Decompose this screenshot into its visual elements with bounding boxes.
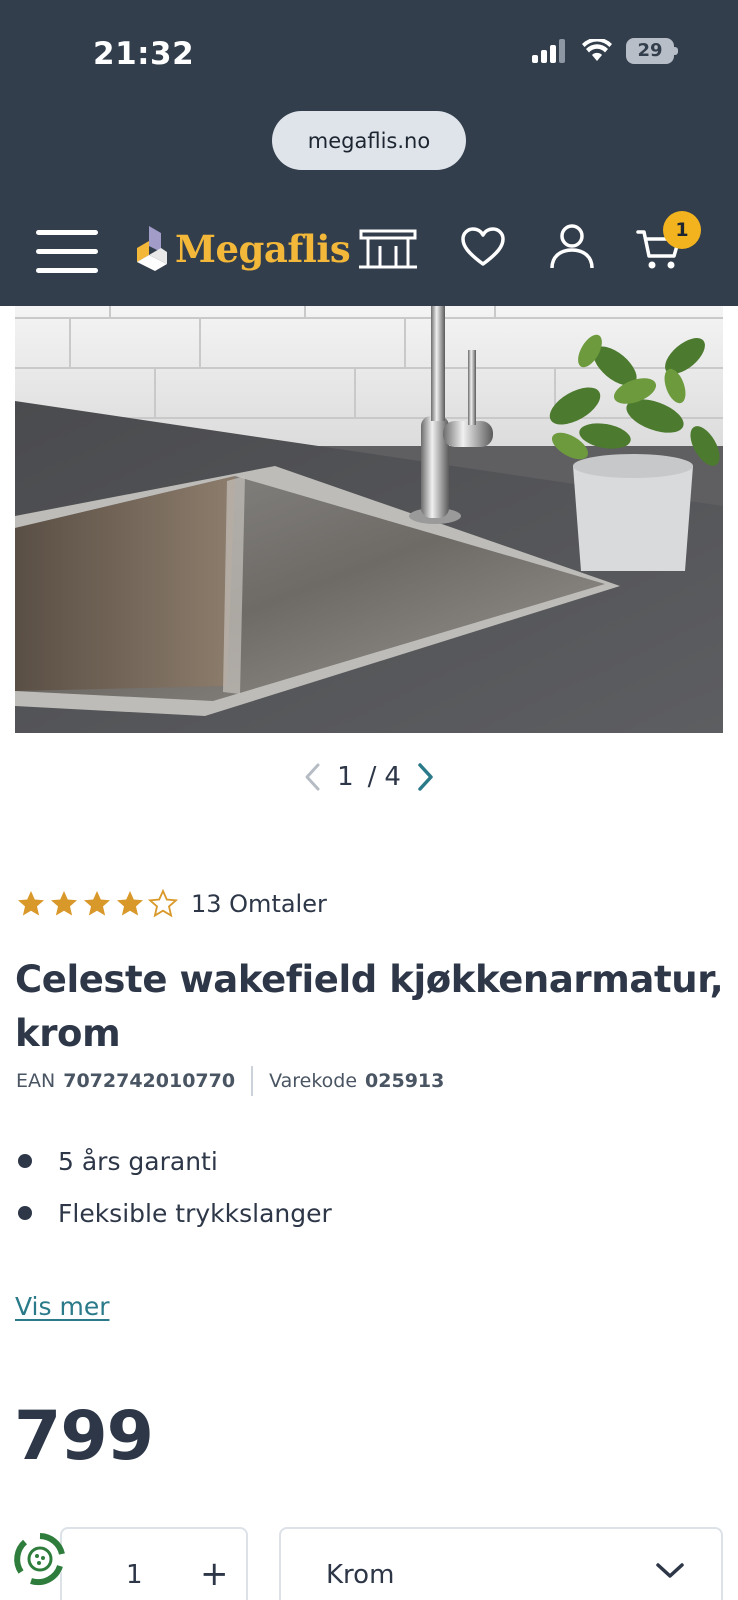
heart-icon[interactable] (460, 226, 506, 268)
product-image[interactable] (15, 306, 723, 733)
star-empty-icon (148, 889, 178, 918)
site-header: Megaflis (0, 210, 738, 290)
chevron-right-icon[interactable] (415, 762, 435, 792)
star-filled-icon (18, 891, 44, 916)
top-bar: 21:32 29 megaflis.no Megaflis (0, 0, 738, 306)
star-filled-icon (51, 891, 77, 916)
battery-indicator: 29 (626, 38, 678, 64)
variant-value[interactable]: Krom (326, 1560, 394, 1590)
feature-text: 5 års garanti (58, 1146, 218, 1176)
rating-stars (16, 889, 178, 919)
chevron-down-icon[interactable] (655, 1561, 685, 1581)
signal-icon (532, 39, 565, 63)
hamburger-icon[interactable] (36, 228, 100, 274)
feature-item: 5 års garanti (18, 1135, 332, 1187)
feature-list: 5 års garanti Fleksible trykkslanger (18, 1135, 332, 1239)
star-filled-icon (117, 891, 143, 916)
star-filled-icon (84, 891, 110, 916)
ean-value: 7072742010770 (63, 1070, 236, 1092)
gallery-current: 1 (337, 762, 354, 792)
gallery-total: 4 (384, 762, 401, 792)
site-logo[interactable]: Megaflis (133, 224, 351, 274)
feature-text: Fleksible trykkslanger (58, 1198, 332, 1228)
review-count[interactable]: 13 Omtaler (191, 890, 327, 918)
codes-divider (251, 1066, 254, 1096)
gallery-pager: 1 / 4 (0, 757, 738, 797)
url-bar[interactable]: megaflis.no (272, 111, 466, 170)
quantity-plus-button[interactable]: + (200, 1557, 229, 1591)
wifi-icon (582, 39, 612, 61)
user-icon[interactable] (548, 222, 596, 270)
product-title: Celeste wakefield kjøkkenarmatur, krom (15, 958, 724, 1055)
feature-item: Fleksible trykkslanger (18, 1187, 332, 1239)
show-more-link[interactable]: Vis mer (15, 1292, 109, 1321)
gallery-separator: / (367, 762, 377, 792)
logo-text: Megaflis (175, 227, 351, 271)
eco-badge-icon[interactable] (13, 1532, 67, 1586)
ean-label: EAN (16, 1070, 56, 1092)
product-rating[interactable]: 13 Omtaler (16, 889, 327, 919)
product-code-value: 025913 (365, 1070, 445, 1092)
chevron-left-icon[interactable] (303, 762, 323, 792)
product-code-label: Varekode (269, 1070, 358, 1092)
cart-count-badge[interactable]: 1 (663, 211, 701, 249)
status-icons: 29 (532, 38, 678, 64)
product-price: 799 (14, 1397, 154, 1476)
store-icon[interactable] (358, 228, 418, 270)
quantity-value[interactable]: 1 (126, 1560, 143, 1590)
product-codes: EAN 7072742010770 Varekode 025913 (16, 1066, 444, 1096)
status-time: 21:32 (93, 36, 195, 72)
sink-photo (15, 306, 723, 733)
logo-mark-icon (137, 226, 167, 271)
battery-level: 29 (637, 40, 663, 61)
